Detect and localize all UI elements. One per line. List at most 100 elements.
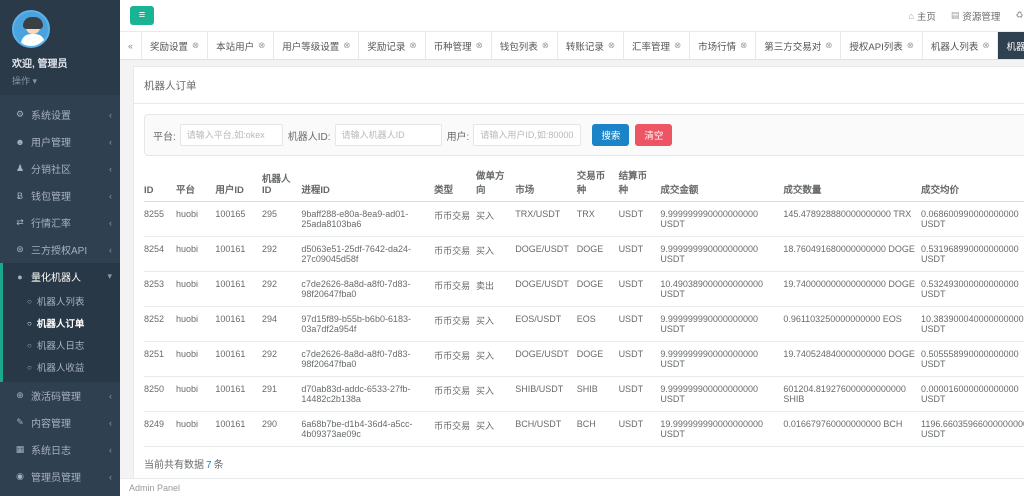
table-row: 8254huobi100161292d5063e51-25df-7642-da2…	[144, 237, 1024, 272]
cell-platform: huobi	[176, 202, 215, 237]
circle-icon: ○	[27, 341, 32, 350]
tab-robot-list[interactable]: 机器人列表⊗	[923, 32, 999, 59]
close-circle-icon[interactable]: ⊗	[409, 40, 416, 51]
col-header-user-id: 用户ID	[215, 164, 262, 202]
cell-trade-coin: EOS	[577, 307, 619, 342]
cell-amount: 9.999999990000000000 USDT	[660, 342, 783, 377]
users-icon: ☻	[13, 137, 27, 147]
menu-toggle-button[interactable]: ≡	[130, 6, 154, 25]
cell-type: 币币交易	[434, 307, 476, 342]
tabs-scroll-left-button[interactable]: «	[120, 32, 142, 59]
search-button[interactable]: 搜索	[592, 124, 629, 146]
cell-market: TRX/USDT	[515, 202, 576, 237]
sidebar-item-label: 三方授权API	[31, 242, 109, 257]
close-circle-icon[interactable]: ⊗	[825, 40, 832, 51]
cell-direction: 买入	[476, 412, 515, 447]
sidebar-item-system-settings[interactable]: ⚙系统设置‹	[3, 101, 120, 128]
tab-strip: 奖励设置⊗本站用户⊗用户等级设置⊗奖励记录⊗币种管理⊗钱包列表⊗转账记录⊗汇率管…	[142, 32, 1024, 59]
col-header-quantity: 成交数量	[783, 164, 921, 202]
sidebar-item-admin-management[interactable]: ◉管理员管理‹	[3, 463, 120, 490]
cell-robot-id: 292	[262, 342, 301, 377]
sidebar-item-system-logs[interactable]: ▦系统日志‹	[3, 436, 120, 463]
navbar-link-resources[interactable]: ▤资源管理	[951, 9, 1001, 23]
search-field-label: 用户:	[447, 128, 470, 143]
sidebar-item-label: 行情汇率	[31, 215, 109, 230]
sidebar-subitem-robot-orders[interactable]: ○机器人订单	[3, 312, 120, 334]
close-circle-icon[interactable]: ⊗	[982, 40, 989, 51]
tab-reward-settings[interactable]: 奖励设置⊗	[142, 32, 208, 59]
tab-label: 市场行情	[698, 39, 736, 53]
top-navbar: ≡ ⌂主页▤资源管理♻回收站⊘清除缓存↻刷新当前页面	[120, 0, 1024, 31]
user-input[interactable]	[473, 124, 581, 146]
cell-market: DOGE/USDT	[515, 237, 576, 272]
sidebar-subitem-robot-logs[interactable]: ○机器人日志	[3, 334, 120, 356]
close-circle-icon[interactable]: ⊗	[192, 40, 199, 51]
navbar-link-recycle-bin[interactable]: ♻回收站	[1015, 9, 1024, 23]
tab-user-level-settings[interactable]: 用户等级设置⊗	[274, 32, 359, 59]
search-field-label: 机器人ID:	[288, 128, 331, 143]
close-circle-icon[interactable]: ⊗	[674, 40, 681, 51]
cell-platform: huobi	[176, 237, 215, 272]
card-body: 平台:机器人ID:用户: 搜索 清空 ID平台用户ID机器人ID进程ID类型做单…	[134, 114, 1024, 482]
sidebar-item-market-rates[interactable]: ⇄行情汇率‹	[3, 209, 120, 236]
circle-icon: ○	[27, 363, 32, 372]
tab-auth-api-list[interactable]: 授权API列表⊗	[841, 32, 922, 59]
cell-amount: 9.999999990000000000 USDT	[660, 237, 783, 272]
cell-robot-id: 295	[262, 202, 301, 237]
sidebar-item-content-management[interactable]: ✎内容管理‹	[3, 409, 120, 436]
navbar-link-label: 主页	[917, 9, 936, 23]
cell-type: 币币交易	[434, 272, 476, 307]
close-circle-icon[interactable]: ⊗	[476, 40, 483, 51]
tab-rate-management[interactable]: 汇率管理⊗	[624, 32, 690, 59]
avatar	[12, 10, 50, 48]
sidebar-subitem-robot-list[interactable]: ○机器人列表	[3, 290, 120, 312]
tab-third-party-pairs[interactable]: 第三方交易对⊗	[756, 32, 841, 59]
robot-icon: ●	[13, 272, 27, 282]
files-icon: ▤	[951, 10, 960, 21]
cell-user-id: 100161	[215, 307, 262, 342]
search-panel: 平台:机器人ID:用户: 搜索 清空	[144, 114, 1024, 156]
sidebar-item-user-management[interactable]: ☻用户管理‹	[3, 128, 120, 155]
cell-avg-price: 0.000016000000000000 USDT	[921, 377, 1024, 412]
cell-platform: huobi	[176, 272, 215, 307]
col-header-market: 市场	[515, 164, 576, 202]
sidebar-item-quant-robot[interactable]: ●量化机器人▾	[3, 263, 120, 290]
clear-button[interactable]: 清空	[635, 124, 672, 146]
cell-user-id: 100161	[215, 237, 262, 272]
close-circle-icon[interactable]: ⊗	[608, 40, 615, 51]
sidebar-item-wallet-management[interactable]: Ƀ 钱包管理‹	[3, 182, 120, 209]
platform-input[interactable]	[180, 124, 283, 146]
cell-platform: huobi	[176, 307, 215, 342]
navbar-link-home[interactable]: ⌂主页	[908, 9, 935, 23]
tab-market-quotes[interactable]: 市场行情 ⊗	[690, 32, 756, 59]
cell-trade-coin: DOGE	[577, 237, 619, 272]
sidebar-item-third-party-api[interactable]: ⊛三方授权API‹	[3, 236, 120, 263]
tab-label: 钱包列表	[500, 39, 538, 53]
tab-coin-management[interactable]: 币种管理⊗	[426, 32, 492, 59]
sidebar-subitem-robot-earnings[interactable]: ○ 机器人收益	[3, 356, 120, 378]
tab-reward-records[interactable]: 奖励记录⊗	[359, 32, 425, 59]
close-circle-icon[interactable]: ⊗	[258, 40, 265, 51]
tab-robot-orders[interactable]: 机器人订单⊗	[998, 32, 1024, 59]
sidebar-item-activation-code[interactable]: ⊕激活码管理‹	[3, 382, 120, 409]
chevron-left-icon: ‹	[109, 472, 112, 482]
sidebar-item-label: 量化机器人	[31, 269, 107, 284]
tab-site-users[interactable]: 本站用户⊗	[208, 32, 274, 59]
sidebar-item-distribution-community[interactable]: ♟分销社区‹	[3, 155, 120, 182]
robot-id-input[interactable]	[335, 124, 442, 146]
close-circle-icon[interactable]: ⊗	[740, 40, 747, 51]
chevron-left-icon: ‹	[109, 191, 112, 201]
bitcoin-icon: Ƀ	[13, 191, 27, 201]
cell-quantity: 145.478928880000000000 TRX	[783, 202, 921, 237]
cell-id: 8254	[144, 237, 176, 272]
close-circle-icon[interactable]: ⊗	[907, 40, 914, 51]
tab-wallet-list[interactable]: 钱包列表 ⊗	[492, 32, 558, 59]
tab-transfer-records[interactable]: 转账记录⊗	[558, 32, 624, 59]
close-circle-icon[interactable]: ⊗	[343, 40, 350, 51]
chevron-left-icon: ‹	[109, 391, 112, 401]
robot-orders-card: 机器人订单 机器人订单 平台:机器人ID:用户: 搜索 清空 ID平台用户ID机…	[133, 66, 1024, 483]
close-circle-icon[interactable]: ⊗	[542, 40, 549, 51]
profile-action-dropdown[interactable]: 操作 ▾	[12, 74, 108, 87]
sidebar-item-label: 钱包管理	[31, 188, 109, 203]
sidebar-subitem-label: 机器人收益	[37, 360, 85, 374]
